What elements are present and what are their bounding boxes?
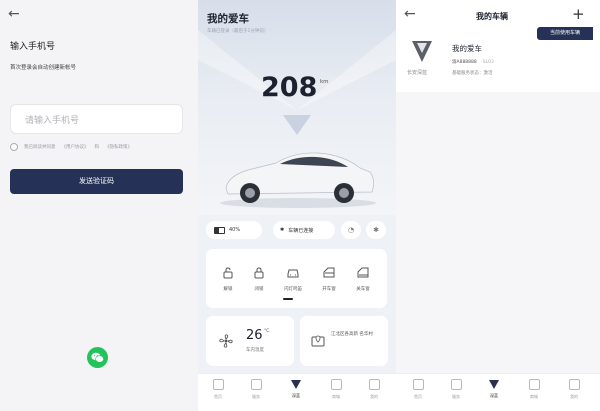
control-label: 闭锁 bbox=[254, 287, 264, 292]
tab-mall[interactable]: 商城 bbox=[519, 379, 549, 400]
service-icon bbox=[250, 379, 262, 390]
control-label: 解锁 bbox=[223, 287, 233, 292]
back-arrow-icon[interactable]: ← bbox=[404, 6, 416, 22]
tab-me[interactable]: 我的 bbox=[559, 379, 589, 400]
temperature-value: 26 bbox=[246, 328, 263, 343]
login-panel: ← 输入手机号 首次登录会自动创建新帐号 请输入手机号 我已阅读并同意 《用户协… bbox=[0, 0, 198, 411]
tab-me[interactable]: 我的 bbox=[359, 379, 389, 400]
profile-icon bbox=[368, 379, 380, 390]
my-vehicles-panel: ← 我的车辆 + 当前使用车辆 长安深蓝 我的爱车 渝A888888 SL03 基… bbox=[396, 0, 600, 411]
tab-deepal[interactable]: 深蓝 bbox=[479, 379, 509, 399]
send-code-button[interactable]: 发送验证码 bbox=[10, 169, 183, 194]
add-vehicle-icon[interactable]: + bbox=[572, 5, 585, 23]
temperature-unit: °C bbox=[264, 329, 270, 334]
service-icon bbox=[450, 379, 462, 390]
tab-home[interactable]: 首页 bbox=[403, 379, 433, 400]
page-title: 我的车辆 bbox=[476, 12, 508, 21]
remote-controls: 解锁 闭锁 闪灯鸣笛 开车窗 关车窗 bbox=[206, 249, 387, 308]
connection-status: 车辆已连接 bbox=[288, 227, 314, 234]
tab-label: 服务 bbox=[252, 394, 260, 399]
control-label: 闪灯鸣笛 bbox=[284, 287, 302, 292]
tab-label: 我的 bbox=[370, 394, 378, 399]
agreement-checkbox[interactable] bbox=[10, 143, 18, 151]
window-close-icon bbox=[357, 267, 369, 278]
tab-mall[interactable]: 商城 bbox=[321, 379, 351, 400]
agreement-and: 和 bbox=[94, 145, 100, 150]
tab-service[interactable]: 服务 bbox=[441, 379, 471, 400]
tab-label: 商城 bbox=[530, 394, 538, 399]
privacy-policy-link[interactable]: 《隐私政策》 bbox=[105, 144, 132, 150]
current-vehicle-tag: 当前使用车辆 bbox=[537, 27, 593, 40]
control-label: 关车窗 bbox=[356, 287, 370, 292]
battery-pill[interactable]: 40% bbox=[206, 221, 262, 239]
back-arrow-icon[interactable]: ← bbox=[8, 6, 20, 22]
window-open-icon bbox=[323, 267, 335, 278]
login-hint: 首次登录会自动创建新帐号 bbox=[10, 65, 77, 71]
home-icon bbox=[412, 379, 424, 390]
mileage-unit: km bbox=[320, 79, 329, 85]
battery-level: 40% bbox=[229, 227, 241, 233]
map-icon bbox=[311, 335, 325, 347]
deepal-logo-icon bbox=[489, 380, 499, 389]
control-unlock[interactable]: 解锁 bbox=[213, 264, 243, 292]
brand-name: 长安深蓝 bbox=[407, 70, 428, 76]
bottom-tab-bar: 首页 服务 深蓝 商城 我的 bbox=[198, 373, 396, 411]
vin-hint: SL03 bbox=[482, 60, 494, 65]
control-flash-horn[interactable]: 闪灯鸣笛 bbox=[278, 264, 308, 292]
temperature-label: 车内温度 bbox=[246, 348, 264, 353]
lock-icon bbox=[254, 267, 264, 279]
car-front-icon bbox=[287, 269, 299, 278]
control-lock[interactable]: 闭锁 bbox=[244, 264, 274, 292]
service-status: 基础服务状态：激活 bbox=[452, 71, 493, 76]
tab-label: 深蓝 bbox=[490, 393, 498, 398]
tab-service[interactable]: 服务 bbox=[241, 379, 271, 400]
deepal-logo-icon bbox=[291, 380, 301, 389]
vehicle-name: 我的爱车 bbox=[452, 44, 482, 53]
tab-label: 首页 bbox=[414, 394, 422, 399]
bluetooth-icon: ✱ bbox=[280, 227, 285, 233]
control-close-window[interactable]: 关车窗 bbox=[348, 264, 378, 292]
tab-label: 商城 bbox=[332, 394, 340, 399]
home-icon bbox=[212, 379, 224, 390]
car-title[interactable]: 我的爱车 bbox=[207, 11, 249, 26]
my-car-panel: 我的爱车 车辆已登录（最后于1分钟前） 208 km 40% ✱ 车辆已连接 ◔… bbox=[198, 0, 396, 411]
control-open-window[interactable]: 开车窗 bbox=[314, 264, 344, 292]
battery-icon bbox=[214, 226, 225, 234]
location-text: 江北区各高新 名华村 bbox=[331, 332, 373, 337]
wechat-icon[interactable] bbox=[87, 347, 108, 368]
phone-input[interactable]: 请输入手机号 bbox=[10, 104, 183, 134]
unlock-icon bbox=[223, 267, 233, 279]
plate-row: 渝A888888 SL03 bbox=[452, 59, 494, 65]
control-label: 开车窗 bbox=[322, 287, 336, 292]
tab-label: 深蓝 bbox=[292, 393, 300, 398]
location-card[interactable]: 江北区各高新 名华村 bbox=[300, 316, 388, 366]
user-agreement-link[interactable]: 《用户协议》 bbox=[62, 144, 89, 150]
tab-label: 我的 bbox=[570, 394, 578, 399]
agreement-prefix: 我已阅读并同意 bbox=[24, 145, 56, 150]
page-indicator bbox=[283, 298, 293, 300]
fan-icon bbox=[219, 334, 233, 348]
deepal-logo-icon bbox=[412, 41, 432, 62]
bottom-tab-bar: 首页 服务 深蓝 商城 我的 bbox=[396, 373, 600, 411]
page-title: 输入手机号 bbox=[10, 42, 56, 52]
connection-pill[interactable]: ✱ 车辆已连接 bbox=[273, 221, 335, 239]
plate-number: 渝A888888 bbox=[452, 60, 477, 65]
climate-card[interactable]: 26 °C 车内温度 bbox=[206, 316, 294, 366]
tab-home[interactable]: 首页 bbox=[203, 379, 233, 400]
profile-icon bbox=[568, 379, 580, 390]
agreement-row: 我已阅读并同意 《用户协议》 和 《隐私政策》 bbox=[10, 143, 132, 151]
tab-deepal[interactable]: 深蓝 bbox=[281, 379, 311, 399]
bluetooth-toggle-icon[interactable]: ✱ bbox=[366, 221, 386, 239]
car-status-subtitle: 车辆已登录（最后于1分钟前） bbox=[207, 29, 269, 34]
tab-label: 首页 bbox=[214, 394, 222, 399]
phone-placeholder: 请输入手机号 bbox=[25, 116, 80, 126]
tab-label: 服务 bbox=[452, 394, 460, 399]
person-icon[interactable]: ◔ bbox=[341, 221, 361, 239]
mall-icon bbox=[330, 379, 342, 390]
mileage-value: 208 bbox=[261, 72, 318, 103]
car-image bbox=[220, 152, 376, 208]
mall-icon bbox=[528, 379, 540, 390]
